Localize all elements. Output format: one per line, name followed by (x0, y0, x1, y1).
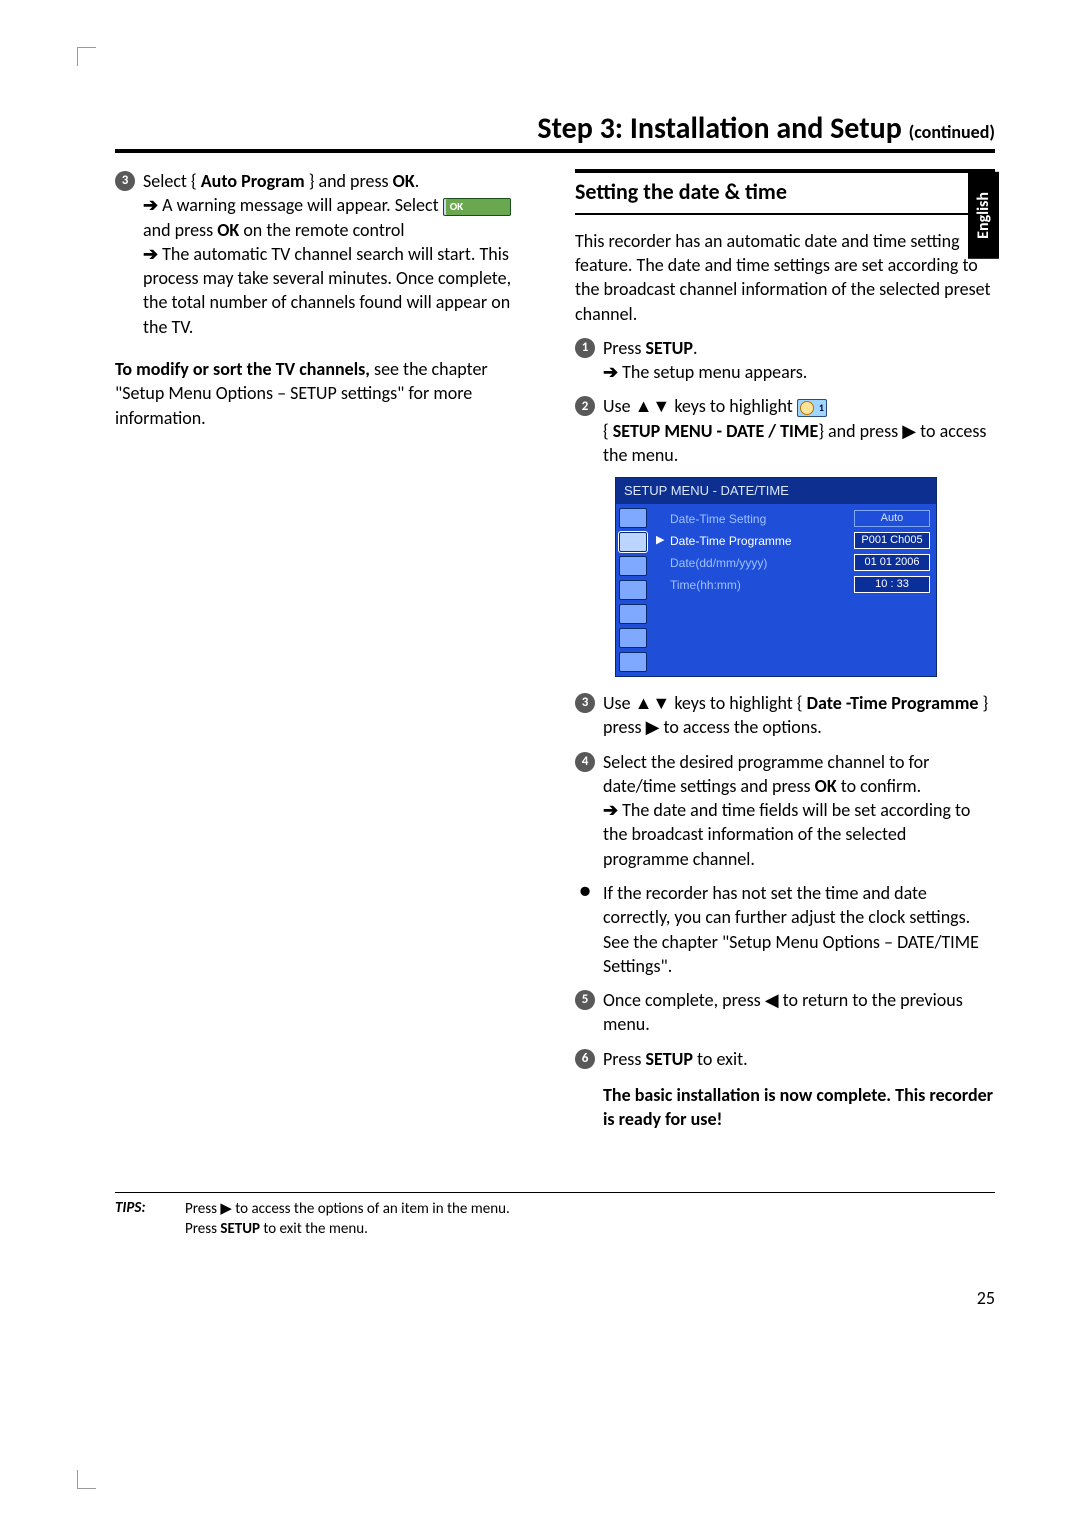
left-step-3: 3 Select { Auto Program } and press OK. … (115, 169, 535, 339)
osd-pointer-icon: ▶ (656, 533, 664, 548)
text: on the remote control (239, 219, 404, 241)
osd-row-label: Date(dd/mm/yyyy) (670, 555, 848, 571)
text: to exit the menu. (260, 1220, 368, 1238)
text: to exit. (693, 1048, 748, 1070)
osd-row-value: Auto (854, 510, 930, 527)
date-time-menu-icon (797, 399, 827, 417)
language-tab: English (968, 172, 999, 259)
osd-row-value: 10 : 33 (854, 576, 930, 593)
step-number-6: 6 (575, 1049, 595, 1069)
step-number-4: 4 (575, 752, 595, 772)
closing-statement: The basic installation is now complete. … (603, 1084, 993, 1130)
text: . (415, 170, 420, 192)
osd-row-selected: ▶ Date-Time Programme P001 Ch005 (656, 530, 930, 552)
text: Select { (143, 170, 201, 192)
intro-paragraph: This recorder has an automatic date and … (575, 229, 995, 326)
osd-row: Date-Time Setting Auto (656, 508, 930, 530)
text: The automatic TV channel search will sta… (143, 243, 511, 338)
right-step-3: 3 Use ▲▼ keys to highlight { Date -Time … (575, 691, 995, 740)
tips-footer: TIPS: Press ▶ to access the options of a… (115, 1192, 995, 1240)
text: If the recorder has not set the time and… (603, 881, 995, 978)
section-heading-rule: Setting the date & time (575, 169, 995, 215)
right-step-1: 1 Press SETUP. ➔ The setup menu appears. (575, 336, 995, 385)
text: The setup menu appears. (622, 361, 807, 383)
text: to confirm. (837, 775, 922, 797)
osd-icon (619, 604, 647, 624)
result-arrow-icon: ➔ (603, 799, 622, 821)
osd-row-value: P001 Ch005 (854, 532, 930, 549)
osd-row-label: Date-Time Programme (670, 533, 848, 549)
setup-menu-date-time-label: SETUP MENU - DATE / TIME (613, 420, 819, 442)
result-arrow-icon: ➔ (143, 194, 162, 216)
step-number-1: 1 (575, 338, 595, 358)
text: Once complete, press ◀ to return to the … (603, 988, 995, 1037)
osd-row-label: Time(hh:mm) (670, 577, 848, 593)
text: { (603, 420, 613, 442)
ok-label: OK (815, 775, 837, 797)
result-arrow-icon: ➔ (603, 361, 622, 383)
text: Press (603, 337, 645, 359)
ok-label: OK (217, 219, 239, 241)
osd-rows: Date-Time Setting Auto ▶ Date-Time Progr… (650, 504, 936, 676)
text: . (693, 337, 698, 359)
right-step-4: 4 Select the desired programme channel t… (575, 750, 995, 871)
osd-row: Time(hh:mm) 10 : 33 (656, 574, 930, 596)
setup-label: SETUP (645, 337, 693, 359)
text: The date and time fields will be set acc… (603, 799, 970, 870)
result-arrow-icon: ➔ (143, 243, 162, 265)
osd-icon (619, 652, 647, 672)
right-step-6: 6 Press SETUP to exit. The basic install… (575, 1047, 995, 1142)
osd-row: Date(dd/mm/yyyy) 01 01 2006 (656, 552, 930, 574)
osd-icon (619, 580, 647, 600)
text: A warning message will appear. Select (162, 194, 443, 216)
setup-label: SETUP (645, 1048, 693, 1070)
crop-mark-bottom-left (77, 1470, 96, 1489)
date-time-programme-label: Date -Time Programme (807, 692, 979, 714)
osd-row-value: 01 01 2006 (854, 554, 930, 571)
step-number-3: 3 (115, 171, 135, 191)
modify-channels-heading: To modify or sort the TV channels, (115, 358, 370, 380)
text: Use ▲▼ keys to highlight { (603, 692, 807, 714)
step-number-2: 2 (575, 396, 595, 416)
step-number-3: 3 (575, 693, 595, 713)
tips-label: TIPS: (115, 1199, 185, 1240)
osd-icon-selected (619, 532, 647, 552)
page-title: Step 3: Installation and Setup (continue… (115, 110, 995, 153)
right-note-bullet: ● If the recorder has not set the time a… (575, 881, 995, 978)
setup-label: SETUP (220, 1220, 260, 1238)
right-column: Setting the date & time This recorder ha… (575, 169, 995, 1152)
step-number-5: 5 (575, 990, 595, 1010)
modify-channels-note: To modify or sort the TV channels, see t… (115, 357, 535, 430)
osd-icon (619, 508, 647, 528)
osd-icon (619, 628, 647, 648)
right-step-2: 2 Use ▲▼ keys to highlight { SETUP MENU … (575, 394, 995, 467)
tips-line-1: Press ▶ to access the options of an item… (185, 1199, 995, 1219)
text: Press (185, 1220, 220, 1238)
bullet-icon: ● (575, 881, 595, 901)
section-heading: Setting the date & time (575, 177, 995, 209)
title-main: Step 3: Installation and Setup (537, 110, 908, 147)
auto-program-label: Auto Program (201, 170, 305, 192)
tips-line-2: Press SETUP to exit the menu. (185, 1219, 995, 1239)
left-column: 3 Select { Auto Program } and press OK. … (115, 169, 535, 1152)
osd-row-label: Date-Time Setting (670, 511, 848, 527)
text: Use ▲▼ keys to highlight (603, 395, 797, 417)
page-content: Step 3: Installation and Setup (continue… (115, 110, 995, 1239)
page-number: 25 (977, 1287, 995, 1309)
osd-icon (619, 556, 647, 576)
osd-sidebar-icons (616, 504, 650, 676)
onscreen-ok-button-icon: OK (443, 198, 511, 217)
osd-screenshot: SETUP MENU - DATE/TIME Da (615, 477, 937, 677)
osd-title: SETUP MENU - DATE/TIME (616, 478, 936, 504)
text: Press (603, 1048, 645, 1070)
text: and press (143, 219, 217, 241)
right-step-5: 5 Once complete, press ◀ to return to th… (575, 988, 995, 1037)
ok-label: OK (393, 170, 415, 192)
crop-mark-top-left (77, 47, 96, 66)
text: } and press (305, 170, 393, 192)
title-continued: (continued) (909, 121, 995, 143)
